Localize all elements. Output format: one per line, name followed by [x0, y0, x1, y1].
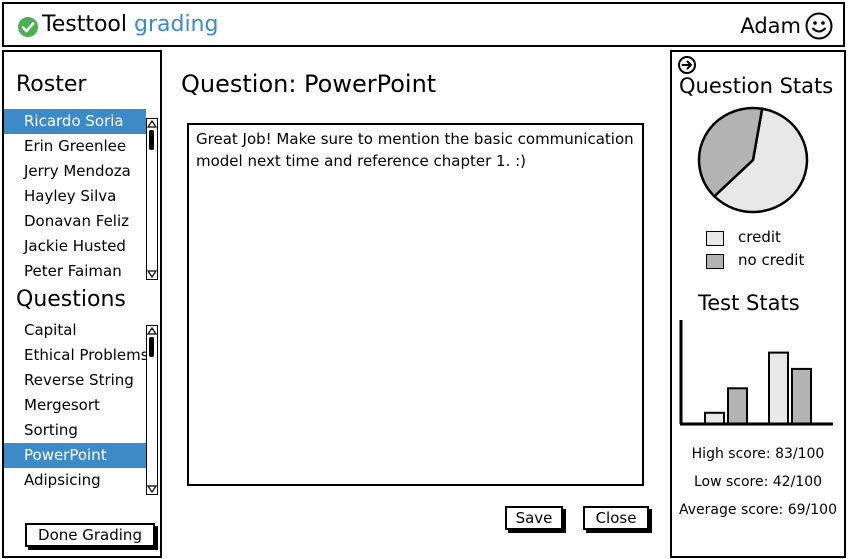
roster-item[interactable]: Jackie Husted: [4, 234, 146, 259]
question-list: Capital Ethical Problems Reverse String …: [4, 318, 146, 493]
save-button[interactable]: Save: [505, 506, 563, 530]
scrollbar-thumb[interactable]: [149, 130, 154, 150]
legend-label: no credit: [738, 251, 805, 269]
roster-item[interactable]: Donavan Feliz: [4, 209, 146, 234]
legend-swatch-credit: [706, 231, 724, 246]
roster-item[interactable]: Peter Faiman: [4, 259, 146, 284]
question-item[interactable]: PowerPoint: [4, 443, 146, 468]
test-stats-bar-chart: [679, 320, 833, 426]
done-grading-button[interactable]: Done Grading: [25, 523, 155, 547]
question-item[interactable]: Ethical Problems: [4, 343, 146, 368]
scroll-up-arrow-icon[interactable]: [147, 326, 157, 336]
arrow-right-circle-icon[interactable]: [677, 55, 697, 75]
average-score-text: Average score: 69/100: [679, 502, 837, 518]
comment-textarea[interactable]: Great Job! Make sure to mention the basi…: [187, 123, 644, 486]
scrollbar-thumb[interactable]: [149, 337, 154, 357]
question-item[interactable]: Mergesort: [4, 393, 146, 418]
question-stats-title: Question Stats: [679, 74, 834, 98]
question-item[interactable]: Reverse String: [4, 368, 146, 393]
questions-title: Questions: [16, 287, 126, 312]
scroll-down-arrow-icon[interactable]: [147, 484, 157, 494]
app-subtitle: grading: [133, 12, 219, 37]
scroll-up-arrow-icon[interactable]: [147, 119, 157, 129]
roster-title: Roster: [16, 72, 87, 97]
smiley-face-icon[interactable]: [805, 12, 833, 40]
question-item[interactable]: Adipsicing: [4, 468, 146, 493]
roster-item[interactable]: Erin Greenlee: [4, 134, 146, 159]
app-header: Testtool grading Adam: [2, 2, 845, 47]
legend-swatch-no-credit: [706, 254, 724, 269]
bar-2: [768, 351, 789, 425]
bar-3: [791, 367, 812, 425]
app-title: Testtool grading: [42, 12, 218, 38]
test-stats-title: Test Stats: [698, 291, 800, 315]
stats-panel: Question Stats credit no credit Test Sta…: [670, 50, 846, 558]
roster-item[interactable]: Ricardo Soria: [4, 109, 146, 134]
comment-text[interactable]: Great Job! Make sure to mention the basi…: [196, 128, 636, 172]
bar-1: [727, 387, 748, 426]
low-score-text: Low score: 42/100: [693, 474, 823, 490]
legend-label: credit: [738, 228, 781, 246]
question-stats-pie-chart: [697, 106, 809, 214]
scroll-down-arrow-icon[interactable]: [147, 269, 157, 279]
roster-item[interactable]: Jerry Mendoza: [4, 159, 146, 184]
left-panel: Roster Ricardo Soria Erin Greenlee Jerry…: [2, 50, 162, 558]
check-circle-icon: [18, 17, 38, 37]
roster-list: Ricardo Soria Erin Greenlee Jerry Mendoz…: [4, 109, 146, 284]
questions-scrollbar[interactable]: [146, 325, 158, 495]
high-score-text: High score: 83/100: [691, 446, 825, 462]
bar-0: [704, 411, 725, 425]
roster-scrollbar[interactable]: [146, 118, 158, 280]
roster-item[interactable]: Hayley Silva: [4, 184, 146, 209]
user-name[interactable]: Adam: [740, 14, 801, 38]
question-item[interactable]: Sorting: [4, 418, 146, 443]
close-button[interactable]: Close: [583, 506, 649, 530]
question-title: Question: PowerPoint: [181, 70, 437, 98]
app-name: Testtool: [42, 12, 127, 37]
question-item[interactable]: Capital: [4, 318, 146, 343]
